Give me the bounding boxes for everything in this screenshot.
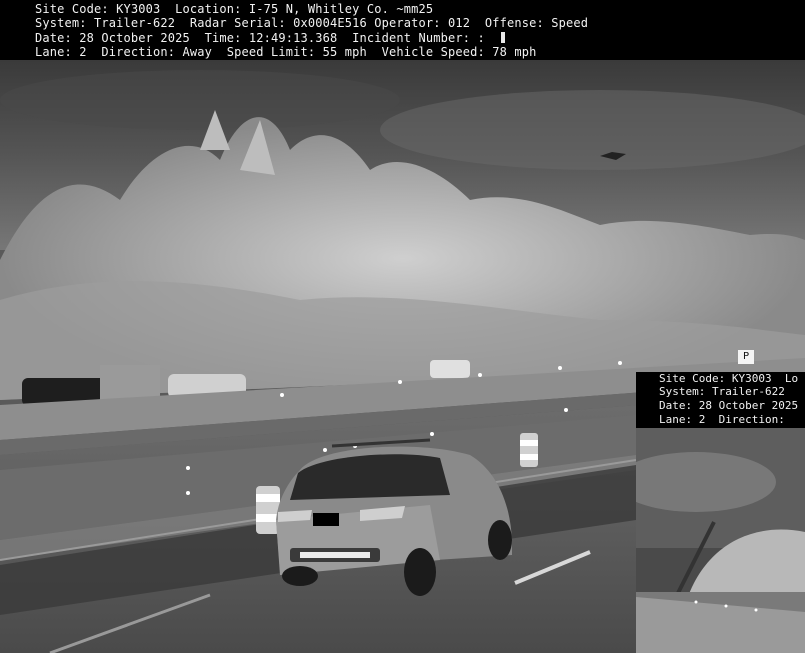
overlay-line-lane: Lane: 2 Direction: Away Speed Limit: 55 … bbox=[35, 45, 537, 59]
overlay-line-system: System: Trailer-622 Radar Serial: 0x0004… bbox=[35, 16, 589, 30]
parking-sign: P bbox=[738, 350, 754, 364]
inset-line-date: Date: 28 October 2025 bbox=[659, 399, 799, 412]
traffic-barrel bbox=[256, 486, 280, 534]
overlay-line-date: Date: 28 October 2025 Time: 12:49:13.368… bbox=[35, 31, 505, 45]
data-overlay-bar: Site Code: KY3003 Location: I-75 N, Whit… bbox=[0, 0, 805, 60]
inset-line-site: Site Code: KY3003 Lo bbox=[659, 372, 799, 385]
inset-camera-view: Site Code: KY3003 Lo System: Trailer-622… bbox=[636, 372, 805, 653]
inset-line-system: System: Trailer-622 bbox=[659, 385, 785, 398]
cursor-marker bbox=[500, 32, 505, 43]
redacted-plate bbox=[313, 513, 339, 526]
camera-frame: P Site Code: KY3003 Location: I-75 N, Wh… bbox=[0, 0, 805, 653]
inset-overlay-bar: Site Code: KY3003 Lo System: Trailer-622… bbox=[636, 372, 805, 428]
overlay-line-site: Site Code: KY3003 Location: I-75 N, Whit… bbox=[35, 2, 434, 16]
traffic-barrel bbox=[520, 433, 538, 467]
inset-line-lane: Lane: 2 Direction: bbox=[659, 413, 792, 426]
